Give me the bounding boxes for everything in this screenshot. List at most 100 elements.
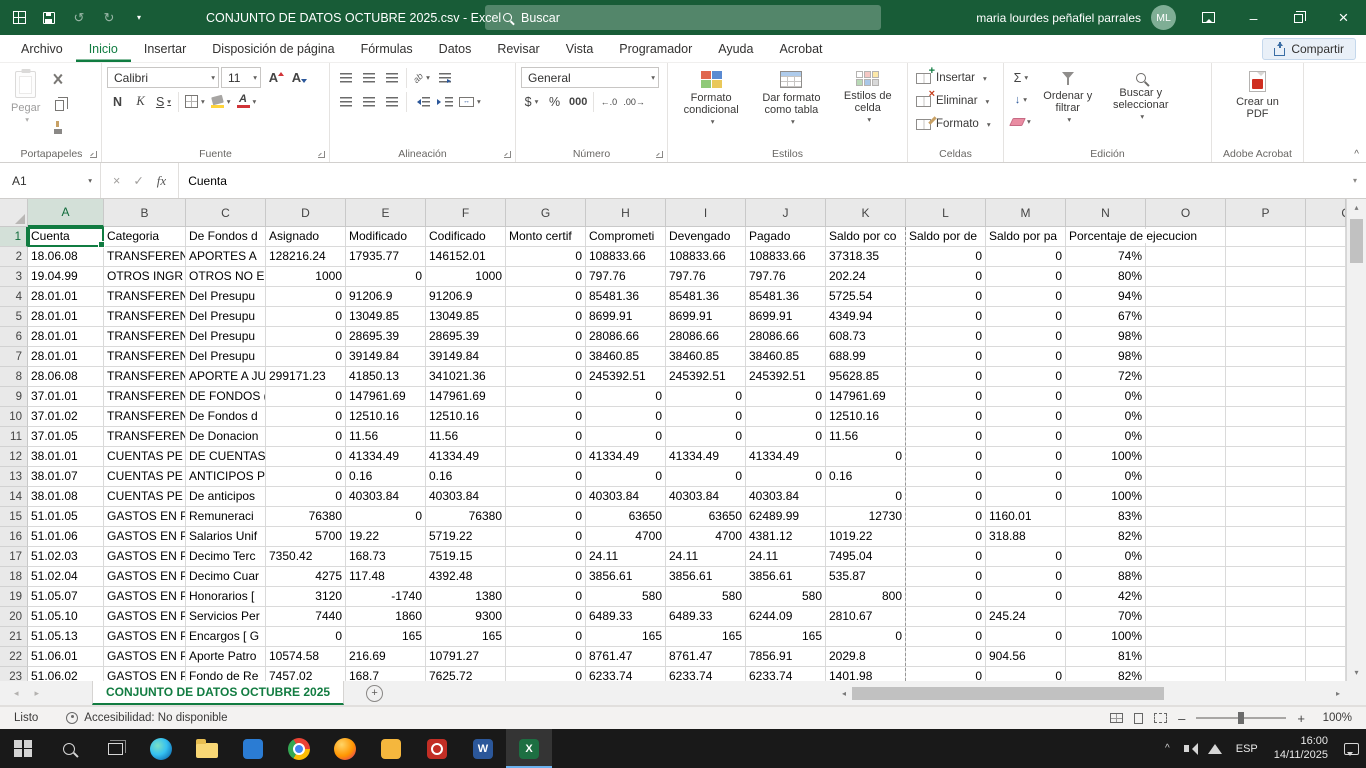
cell-I18[interactable]: 3856.61 xyxy=(666,567,746,587)
cell-Q11[interactable] xyxy=(1306,427,1346,447)
cell-F3[interactable]: 1000 xyxy=(426,267,506,287)
font-size-select[interactable]: 11 ▾ xyxy=(221,67,261,88)
cell-H4[interactable]: 85481.36 xyxy=(586,287,666,307)
cell-P23[interactable] xyxy=(1226,667,1306,681)
row-header-6[interactable]: 6 xyxy=(0,327,28,347)
cell-E18[interactable]: 117.48 xyxy=(346,567,426,587)
cell-J1[interactable]: Pagado xyxy=(746,227,826,247)
excel-taskbar-button[interactable] xyxy=(506,729,552,768)
row-header-2[interactable]: 2 xyxy=(0,247,28,267)
cell-C18[interactable]: Decimo Cuar xyxy=(186,567,266,587)
cell-N14[interactable]: 100% xyxy=(1066,487,1146,507)
cell-O23[interactable] xyxy=(1146,667,1226,681)
sheet-nav-right-icon[interactable]: ▸ xyxy=(35,688,40,699)
cell-I9[interactable]: 0 xyxy=(666,387,746,407)
cell-A7[interactable]: 28.01.01 xyxy=(28,347,104,367)
acrobat-button[interactable] xyxy=(414,729,460,768)
row-header-1[interactable]: 1 xyxy=(0,227,28,247)
view-normal-button[interactable] xyxy=(1110,713,1123,723)
cell-D5[interactable]: 0 xyxy=(266,307,346,327)
cell-A4[interactable]: 28.01.01 xyxy=(28,287,104,307)
close-button[interactable]: × xyxy=(1321,0,1366,35)
zoom-in-button[interactable]: + xyxy=(1297,711,1305,726)
cell-H6[interactable]: 28086.66 xyxy=(586,327,666,347)
cell-C23[interactable]: Fondo de Re xyxy=(186,667,266,681)
cell-C2[interactable]: APORTES A xyxy=(186,247,266,267)
cell-H5[interactable]: 8699.91 xyxy=(586,307,666,327)
cut-button[interactable] xyxy=(47,69,68,90)
cell-M18[interactable]: 0 xyxy=(986,567,1066,587)
cell-E22[interactable]: 216.69 xyxy=(346,647,426,667)
cell-H7[interactable]: 38460.85 xyxy=(586,347,666,367)
cell-M15[interactable]: 1160.01 xyxy=(986,507,1066,527)
cell-C16[interactable]: Salarios Unif xyxy=(186,527,266,547)
customize-qat-button[interactable]: ▾ xyxy=(124,0,154,35)
format-painter-button[interactable] xyxy=(47,117,68,138)
cell-P12[interactable] xyxy=(1226,447,1306,467)
cell-G3[interactable]: 0 xyxy=(506,267,586,287)
cell-Q20[interactable] xyxy=(1306,607,1346,627)
cell-N16[interactable]: 82% xyxy=(1066,527,1146,547)
zoom-out-button[interactable]: – xyxy=(1178,711,1185,726)
cell-Q2[interactable] xyxy=(1306,247,1346,267)
cell-A12[interactable]: 38.01.01 xyxy=(28,447,104,467)
decrease-decimal-button[interactable]: .00→ xyxy=(621,91,647,112)
cell-A6[interactable]: 28.01.01 xyxy=(28,327,104,347)
horizontal-scrollbar-track[interactable] xyxy=(852,684,1330,703)
cell-M8[interactable]: 0 xyxy=(986,367,1066,387)
cell-G13[interactable]: 0 xyxy=(506,467,586,487)
cell-N2[interactable]: 74% xyxy=(1066,247,1146,267)
align-bottom-button[interactable] xyxy=(381,67,402,88)
cell-D23[interactable]: 7457.02 xyxy=(266,667,346,681)
cell-K5[interactable]: 4349.94 xyxy=(826,307,906,327)
cell-D18[interactable]: 4275 xyxy=(266,567,346,587)
vertical-scrollbar-thumb[interactable] xyxy=(1350,219,1363,263)
cell-L7[interactable]: 0 xyxy=(906,347,986,367)
cell-N15[interactable]: 83% xyxy=(1066,507,1146,527)
row-header-18[interactable]: 18 xyxy=(0,567,28,587)
minimize-button[interactable]: – xyxy=(1231,0,1276,35)
restore-button[interactable] xyxy=(1276,0,1321,35)
cell-F16[interactable]: 5719.22 xyxy=(426,527,506,547)
zoom-level[interactable]: 100% xyxy=(1316,712,1352,724)
cell-E7[interactable]: 39149.84 xyxy=(346,347,426,367)
cell-C4[interactable]: Del Presupu xyxy=(186,287,266,307)
cell-N1[interactable]: Porcentaje de ejecucion xyxy=(1066,227,1146,247)
cell-G11[interactable]: 0 xyxy=(506,427,586,447)
cell-J20[interactable]: 6244.09 xyxy=(746,607,826,627)
cell-P14[interactable] xyxy=(1226,487,1306,507)
cell-A1[interactable]: Cuenta xyxy=(28,227,104,247)
cell-L11[interactable]: 0 xyxy=(906,427,986,447)
italic-button[interactable]: K xyxy=(130,91,151,112)
cell-A19[interactable]: 51.05.07 xyxy=(28,587,104,607)
cell-B22[interactable]: GASTOS EN P xyxy=(104,647,186,667)
cell-F15[interactable]: 76380 xyxy=(426,507,506,527)
cell-M22[interactable]: 904.56 xyxy=(986,647,1066,667)
cell-C19[interactable]: Honorarios [ xyxy=(186,587,266,607)
cell-M5[interactable]: 0 xyxy=(986,307,1066,327)
cell-I21[interactable]: 165 xyxy=(666,627,746,647)
cell-B3[interactable]: OTROS INGR xyxy=(104,267,186,287)
zoom-slider[interactable] xyxy=(1196,717,1286,719)
cell-G21[interactable]: 0 xyxy=(506,627,586,647)
cell-K18[interactable]: 535.87 xyxy=(826,567,906,587)
cell-K16[interactable]: 1019.22 xyxy=(826,527,906,547)
cell-G7[interactable]: 0 xyxy=(506,347,586,367)
cell-Q4[interactable] xyxy=(1306,287,1346,307)
tab-insertar[interactable]: Insertar xyxy=(131,35,199,62)
taskbar-search-button[interactable] xyxy=(46,729,92,768)
cell-F10[interactable]: 12510.16 xyxy=(426,407,506,427)
cell-L10[interactable]: 0 xyxy=(906,407,986,427)
underline-button[interactable]: S▾ xyxy=(153,91,174,112)
cell-M19[interactable]: 0 xyxy=(986,587,1066,607)
cell-Q22[interactable] xyxy=(1306,647,1346,667)
cell-C8[interactable]: APORTE A JU xyxy=(186,367,266,387)
column-header-G[interactable]: G xyxy=(506,199,586,227)
file-explorer-button[interactable] xyxy=(184,729,230,768)
cell-N13[interactable]: 0% xyxy=(1066,467,1146,487)
column-header-F[interactable]: F xyxy=(426,199,506,227)
cell-B20[interactable]: GASTOS EN P xyxy=(104,607,186,627)
cell-B13[interactable]: CUENTAS PE xyxy=(104,467,186,487)
insert-function-icon[interactable]: fx xyxy=(157,173,166,189)
column-header-N[interactable]: N xyxy=(1066,199,1146,227)
